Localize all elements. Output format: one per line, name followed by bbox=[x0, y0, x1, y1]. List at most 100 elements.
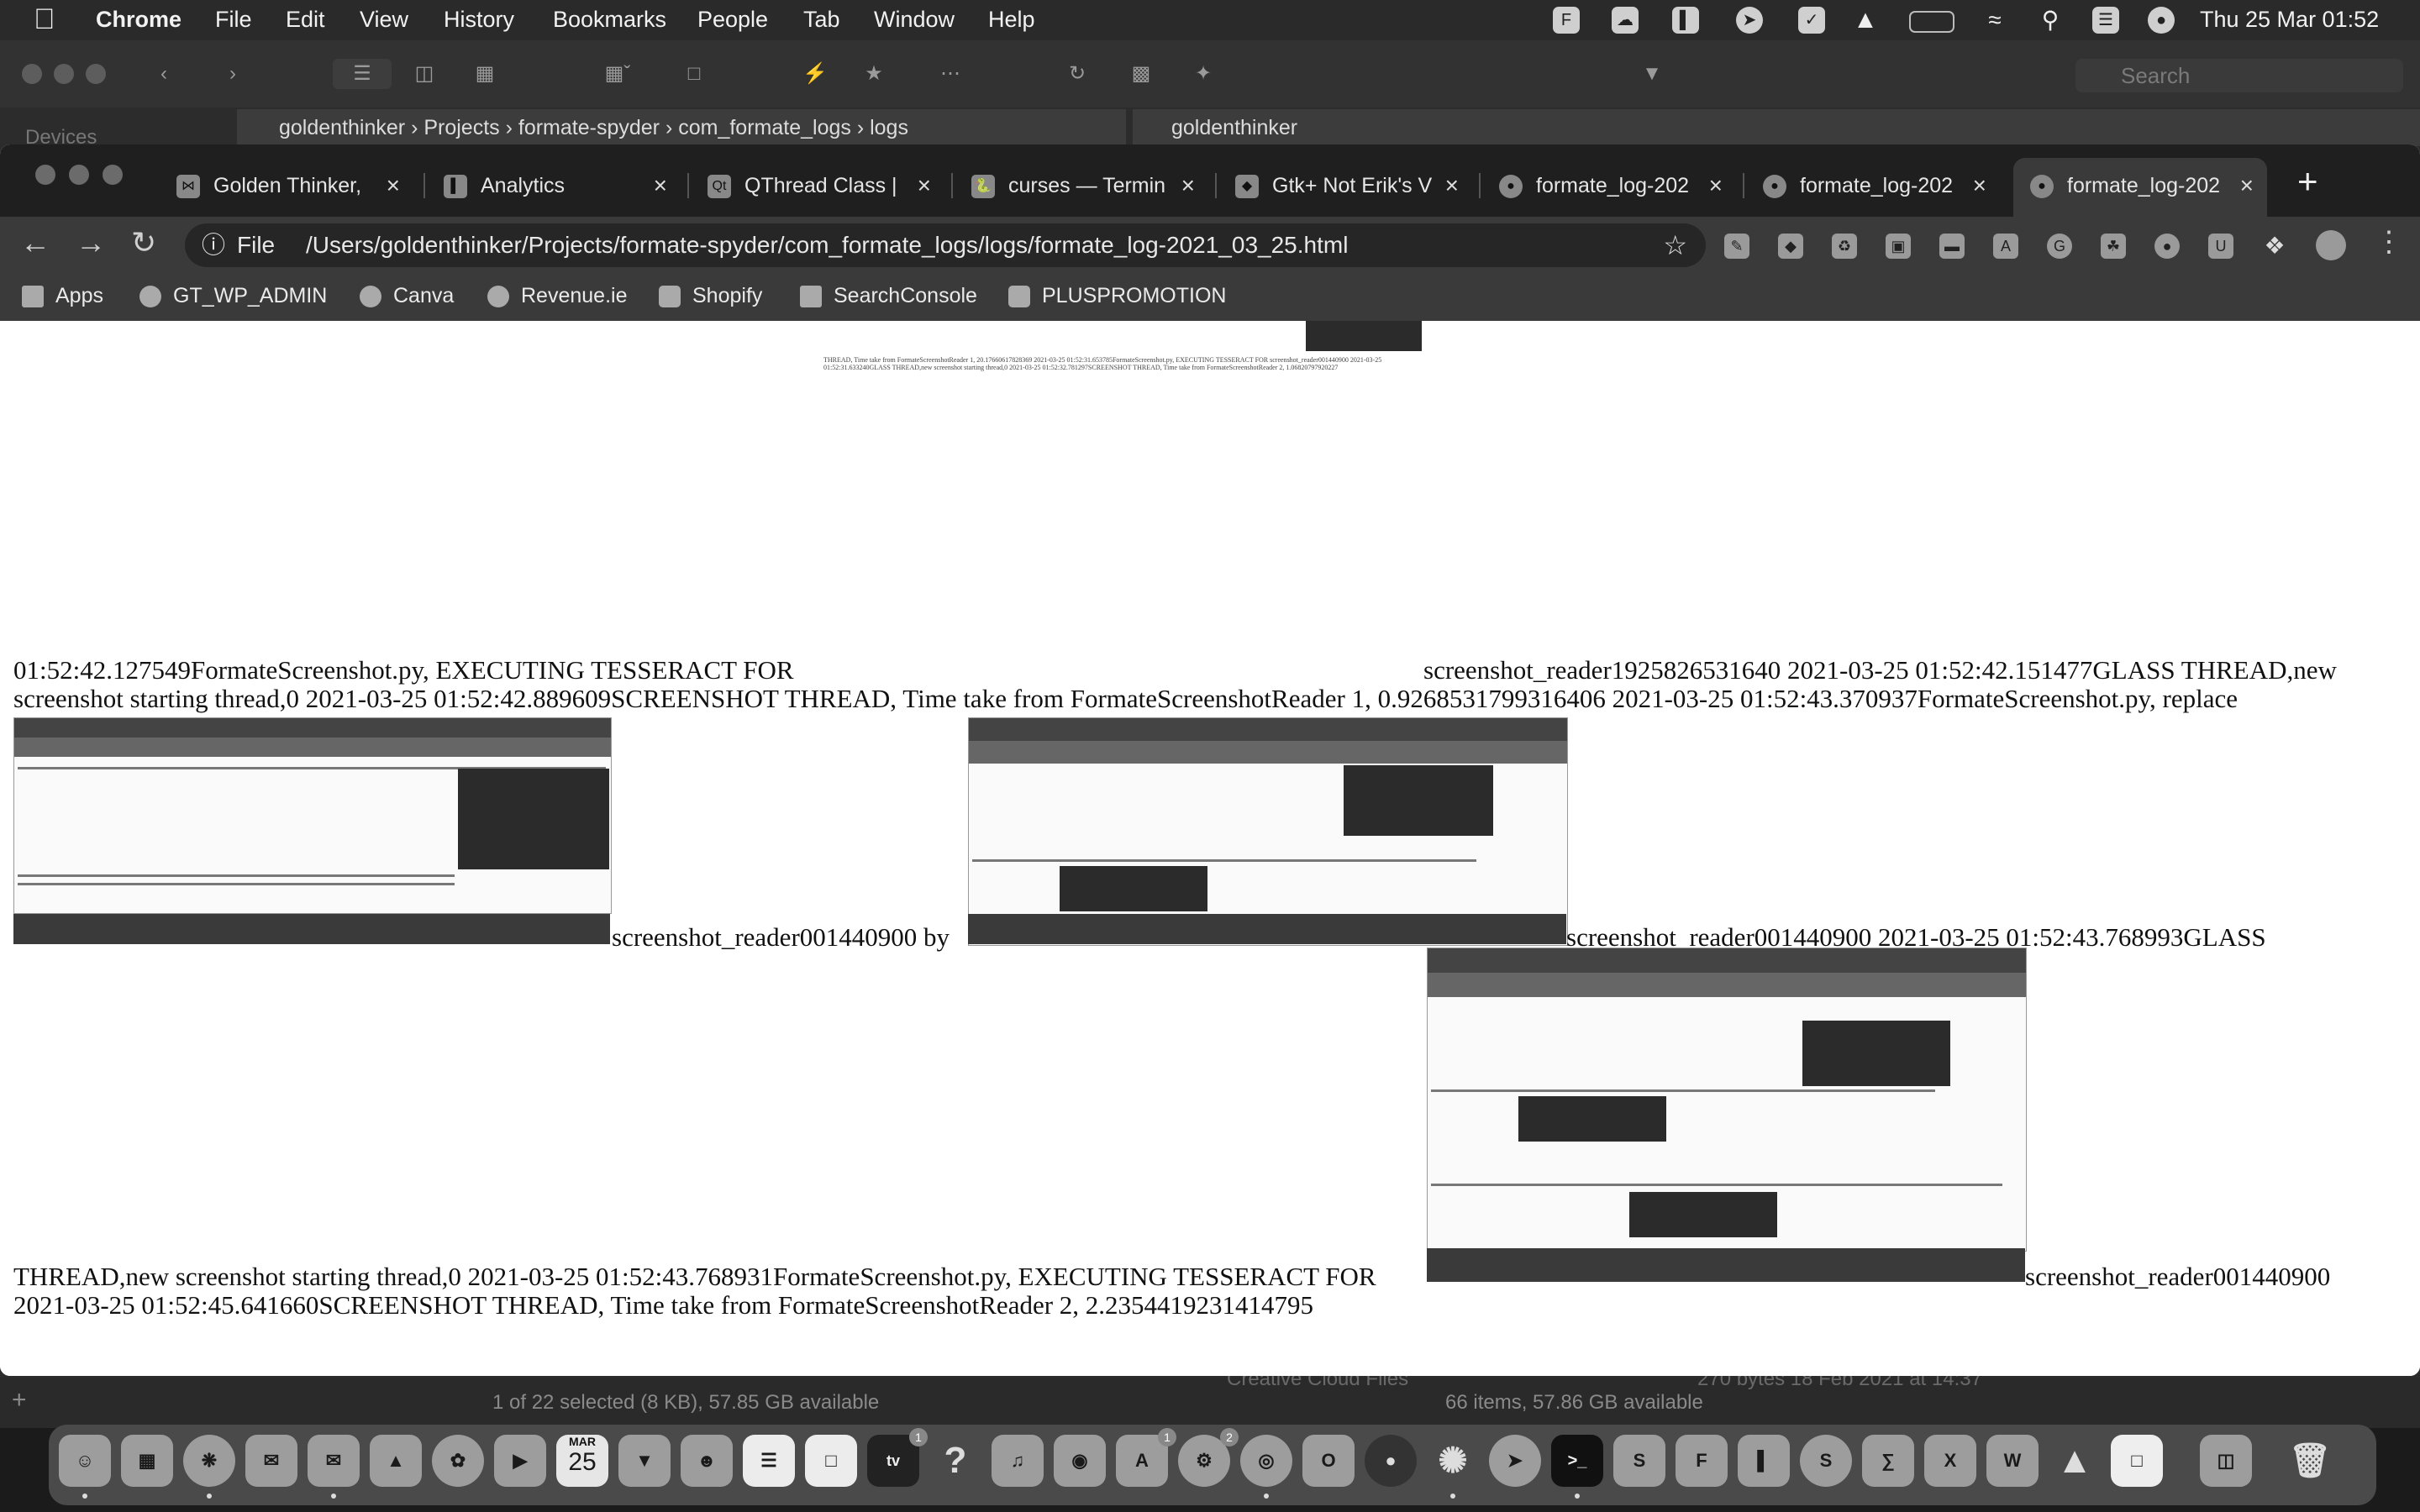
wifi-icon[interactable]: ≈ bbox=[1981, 7, 2008, 34]
puzzle-extensions-icon[interactable]: ❖ bbox=[2262, 234, 2287, 259]
finder-terminal-icon[interactable]: ▩ bbox=[1124, 59, 1158, 89]
ublock-extension-icon[interactable]: U bbox=[2208, 234, 2233, 259]
menu-window[interactable]: Window bbox=[874, 7, 955, 33]
finder-more-icon[interactable]: ⋯ bbox=[921, 59, 980, 89]
chrome-close-icon[interactable] bbox=[35, 165, 55, 185]
finder-tag-icon[interactable]: ✦ bbox=[1186, 59, 1220, 89]
vlc-status-icon[interactable]: ▲ bbox=[1852, 7, 1879, 34]
tab-qthread[interactable]: Qt QThread Class | × bbox=[691, 158, 944, 217]
back-icon[interactable]: ← bbox=[20, 225, 50, 260]
menu-view[interactable]: View bbox=[360, 7, 408, 33]
bookmark-shopify[interactable]: Shopify bbox=[659, 284, 762, 308]
window-extension-icon[interactable]: ▬ bbox=[1939, 234, 1965, 259]
reload-icon[interactable]: ↻ bbox=[131, 225, 156, 260]
tab-close-icon[interactable]: × bbox=[2240, 158, 2254, 213]
tab-formate-log-active[interactable]: ● formate_log-202 × bbox=[2013, 158, 2267, 217]
profile-avatar[interactable] bbox=[2316, 230, 2346, 260]
finder-minimize-icon[interactable] bbox=[54, 64, 74, 84]
menu-help[interactable]: Help bbox=[988, 7, 1035, 33]
menu-edit[interactable]: Edit bbox=[286, 7, 325, 33]
folder-icon[interactable]: ◫ bbox=[2200, 1435, 2252, 1487]
tab-formate-log-2[interactable]: ● formate_log-202 × bbox=[1746, 158, 2000, 217]
chrome-minimize-icon[interactable] bbox=[69, 165, 89, 185]
menu-file[interactable]: File bbox=[215, 7, 252, 33]
tab-close-icon[interactable]: × bbox=[1181, 158, 1195, 213]
evernote-extension-icon[interactable]: ☘ bbox=[2101, 234, 2126, 259]
font-extension-icon[interactable]: A bbox=[1993, 234, 2018, 259]
tab-analytics[interactable]: ▌ Analytics × bbox=[427, 158, 681, 217]
path-item[interactable]: Projects bbox=[424, 116, 499, 139]
bookmark-star-icon[interactable]: ☆ bbox=[1663, 223, 1687, 267]
podcasts-icon[interactable]: ◉ bbox=[1054, 1435, 1106, 1487]
tab-close-icon[interactable]: × bbox=[1709, 158, 1723, 213]
sublime-icon[interactable]: S bbox=[1613, 1435, 1665, 1487]
bookmark-revenue[interactable]: Revenue.ie bbox=[487, 284, 627, 308]
path-item[interactable]: goldenthinker bbox=[279, 116, 405, 139]
address-url[interactable]: /Users/goldenthinker/Projects/formate-sp… bbox=[306, 223, 1348, 267]
downloads-icon[interactable]: ▼ bbox=[618, 1435, 671, 1487]
finder-download-icon[interactable]: ▼ bbox=[1635, 59, 1669, 89]
menu-app-name[interactable]: Chrome bbox=[96, 7, 182, 33]
bookmark-pluspromotion[interactable]: PLUSPROMOTION bbox=[1008, 284, 1226, 308]
menu-tab[interactable]: Tab bbox=[803, 7, 840, 33]
music-icon[interactable]: ♫ bbox=[992, 1435, 1044, 1487]
finder-lightning-icon[interactable]: ⚡ bbox=[798, 59, 832, 89]
spotlight-icon[interactable]: ⚲ bbox=[2037, 7, 2064, 34]
trash-icon[interactable]: 🗑 bbox=[2284, 1435, 2336, 1487]
menu-people[interactable]: People bbox=[697, 7, 768, 33]
spyder-icon[interactable]: ✺ bbox=[1427, 1435, 1479, 1487]
forklift-status-icon[interactable]: F bbox=[1553, 7, 1580, 34]
facetime-icon[interactable]: ▶ bbox=[494, 1435, 546, 1487]
finder-group-icon[interactable]: ▦ˇ bbox=[588, 59, 647, 89]
info-icon[interactable]: ⓘ bbox=[202, 223, 225, 267]
cloud-status-icon[interactable]: ☁ bbox=[1612, 7, 1639, 34]
path-item[interactable]: com_formate_logs bbox=[678, 116, 851, 139]
battery-icon[interactable] bbox=[1909, 11, 1954, 33]
archive-extension-icon[interactable]: ▣ bbox=[1886, 234, 1911, 259]
obs-icon[interactable]: ● bbox=[1365, 1435, 1417, 1487]
user-status-icon[interactable]: ● bbox=[2148, 7, 2175, 34]
menu-clock[interactable]: Thu 25 Mar 01:52 bbox=[2200, 7, 2379, 33]
recycle-extension-icon[interactable]: ♻ bbox=[1832, 234, 1857, 259]
finder-zoom-icon[interactable] bbox=[86, 64, 106, 84]
tasks-status-icon[interactable]: ✓ bbox=[1798, 7, 1825, 34]
pen-extension-icon[interactable]: ✎ bbox=[1724, 234, 1749, 259]
tab-close-icon[interactable]: × bbox=[918, 158, 931, 213]
numbers-icon[interactable]: ▌ bbox=[1738, 1435, 1790, 1487]
menu-history[interactable]: History bbox=[444, 7, 514, 33]
bookmark-canva[interactable]: Canva bbox=[360, 284, 454, 308]
finder-file-icon[interactable]: □ bbox=[677, 59, 711, 89]
tab-formate-log-1[interactable]: ● formate_log-202 × bbox=[1482, 158, 1736, 217]
tab-gtk[interactable]: ◆ Gtk+ Not Erik's V × bbox=[1218, 158, 1472, 217]
reminders-icon[interactable]: ☰ bbox=[743, 1435, 795, 1487]
finder-icon[interactable]: ☺ bbox=[59, 1435, 111, 1487]
terminal-icon[interactable]: >_ bbox=[1551, 1435, 1603, 1487]
finder-column-view-icon[interactable]: ◫ bbox=[398, 59, 450, 89]
chrome-menu-icon[interactable]: ⋮ bbox=[2375, 225, 2403, 259]
tab-golden-thinker[interactable]: ⋈ Golden Thinker, × bbox=[160, 158, 413, 217]
vlc-icon[interactable]: ▲ bbox=[2049, 1435, 2101, 1487]
file-icon[interactable]: □ bbox=[2111, 1435, 2163, 1487]
finder-star-icon[interactable]: ★ bbox=[857, 59, 891, 89]
telegram-status-icon[interactable]: ➤ bbox=[1736, 7, 1763, 34]
excel-icon[interactable]: X bbox=[1924, 1435, 1976, 1487]
tab-close-icon[interactable]: × bbox=[1973, 158, 1986, 213]
mail-icon[interactable]: ✉ bbox=[308, 1435, 360, 1487]
bookmark-gt-wp-admin[interactable]: GT_WP_ADMIN bbox=[139, 284, 327, 308]
photos-icon[interactable]: ✿ bbox=[432, 1435, 484, 1487]
chrome-icon[interactable]: ◎ bbox=[1240, 1435, 1292, 1487]
apple-menu-icon[interactable]:  bbox=[34, 3, 55, 36]
finder-refresh-icon[interactable]: ↻ bbox=[1060, 59, 1094, 89]
finder-search-input[interactable]: Search bbox=[2075, 59, 2403, 92]
finder-close-icon[interactable] bbox=[22, 64, 42, 84]
diamond-extension-icon[interactable]: ◆ bbox=[1778, 234, 1803, 259]
word-icon[interactable]: W bbox=[1986, 1435, 2039, 1487]
bookmark-searchconsole[interactable]: SearchConsole bbox=[800, 284, 977, 308]
calculator-icon[interactable]: ∑ bbox=[1862, 1435, 1914, 1487]
skype-icon[interactable]: S bbox=[1800, 1435, 1852, 1487]
tab-close-icon[interactable]: × bbox=[1445, 158, 1459, 213]
tab-close-icon[interactable]: × bbox=[387, 158, 400, 213]
telegram-icon[interactable]: ➤ bbox=[1489, 1435, 1541, 1487]
finder-list-view-icon[interactable]: ☰ bbox=[333, 59, 392, 89]
tab-close-icon[interactable]: × bbox=[654, 158, 667, 213]
